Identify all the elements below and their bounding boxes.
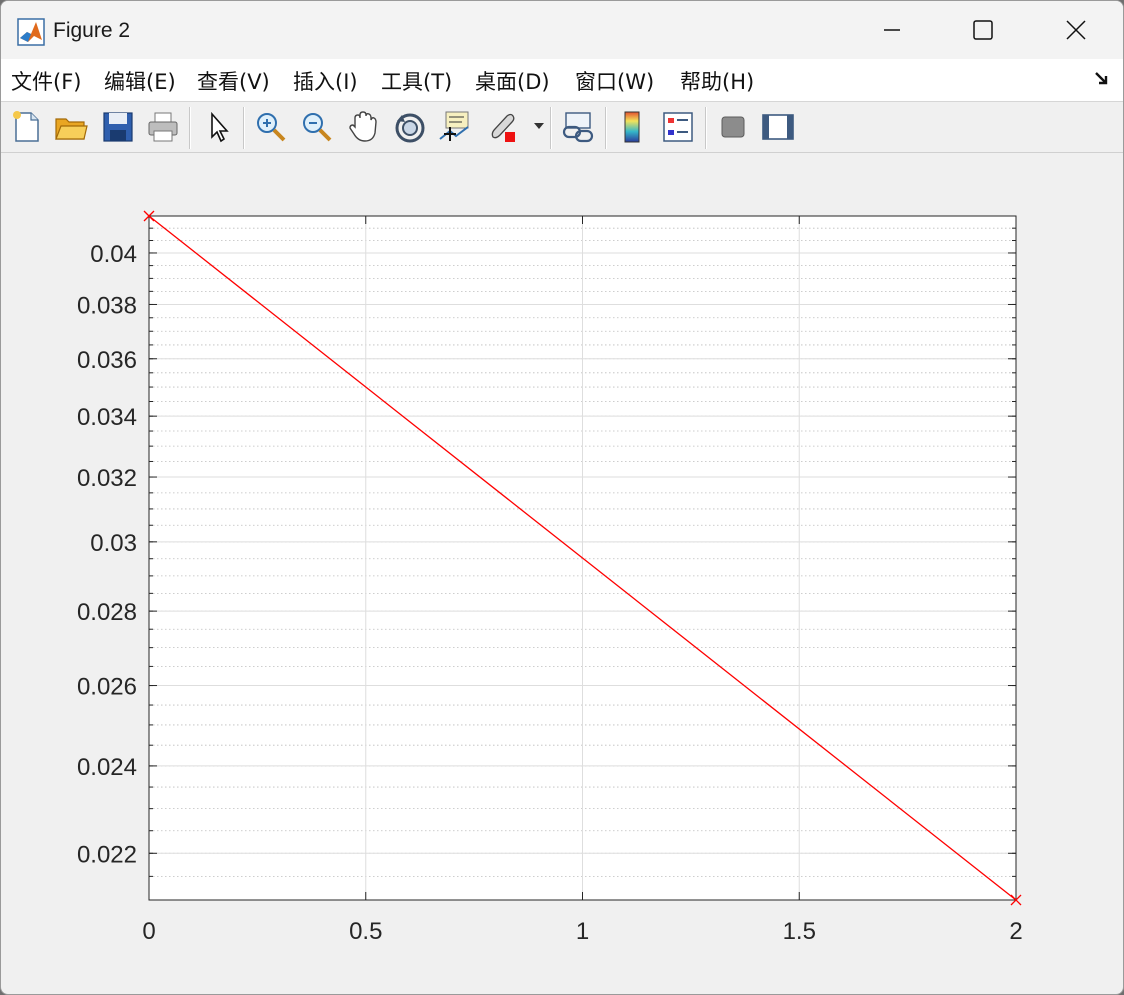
x-tick-label: 2 (1009, 918, 1022, 945)
y-tick-label: 0.028 (77, 599, 137, 626)
x-tick-label: 0.5 (349, 918, 382, 945)
y-tick-label: 0.038 (77, 292, 137, 319)
x-tick-label: 1.5 (783, 918, 816, 945)
y-tick-label: 0.026 (77, 674, 137, 701)
y-tick-label: 0.036 (77, 347, 137, 374)
plot-axes[interactable]: 0 0.5 1 1.5 2 0.022 0.024 0.026 0.028 0.03 0.032 0.… (1, 1, 1123, 994)
y-tick-label: 0.022 (77, 841, 137, 868)
y-tick-label: 0.034 (77, 404, 137, 431)
y-tick-label: 0.024 (77, 754, 137, 781)
y-tick-label: 0.04 (90, 241, 137, 268)
y-tick-label: 0.03 (90, 530, 137, 557)
x-tick-label: 0 (142, 918, 155, 945)
x-tick-label: 1 (576, 918, 589, 945)
y-tick-label: 0.032 (77, 465, 137, 492)
figure-window: Figure 2 文件(F) 编辑(E) 查看(V) 插入(I) 工具(T) 桌… (0, 0, 1124, 995)
